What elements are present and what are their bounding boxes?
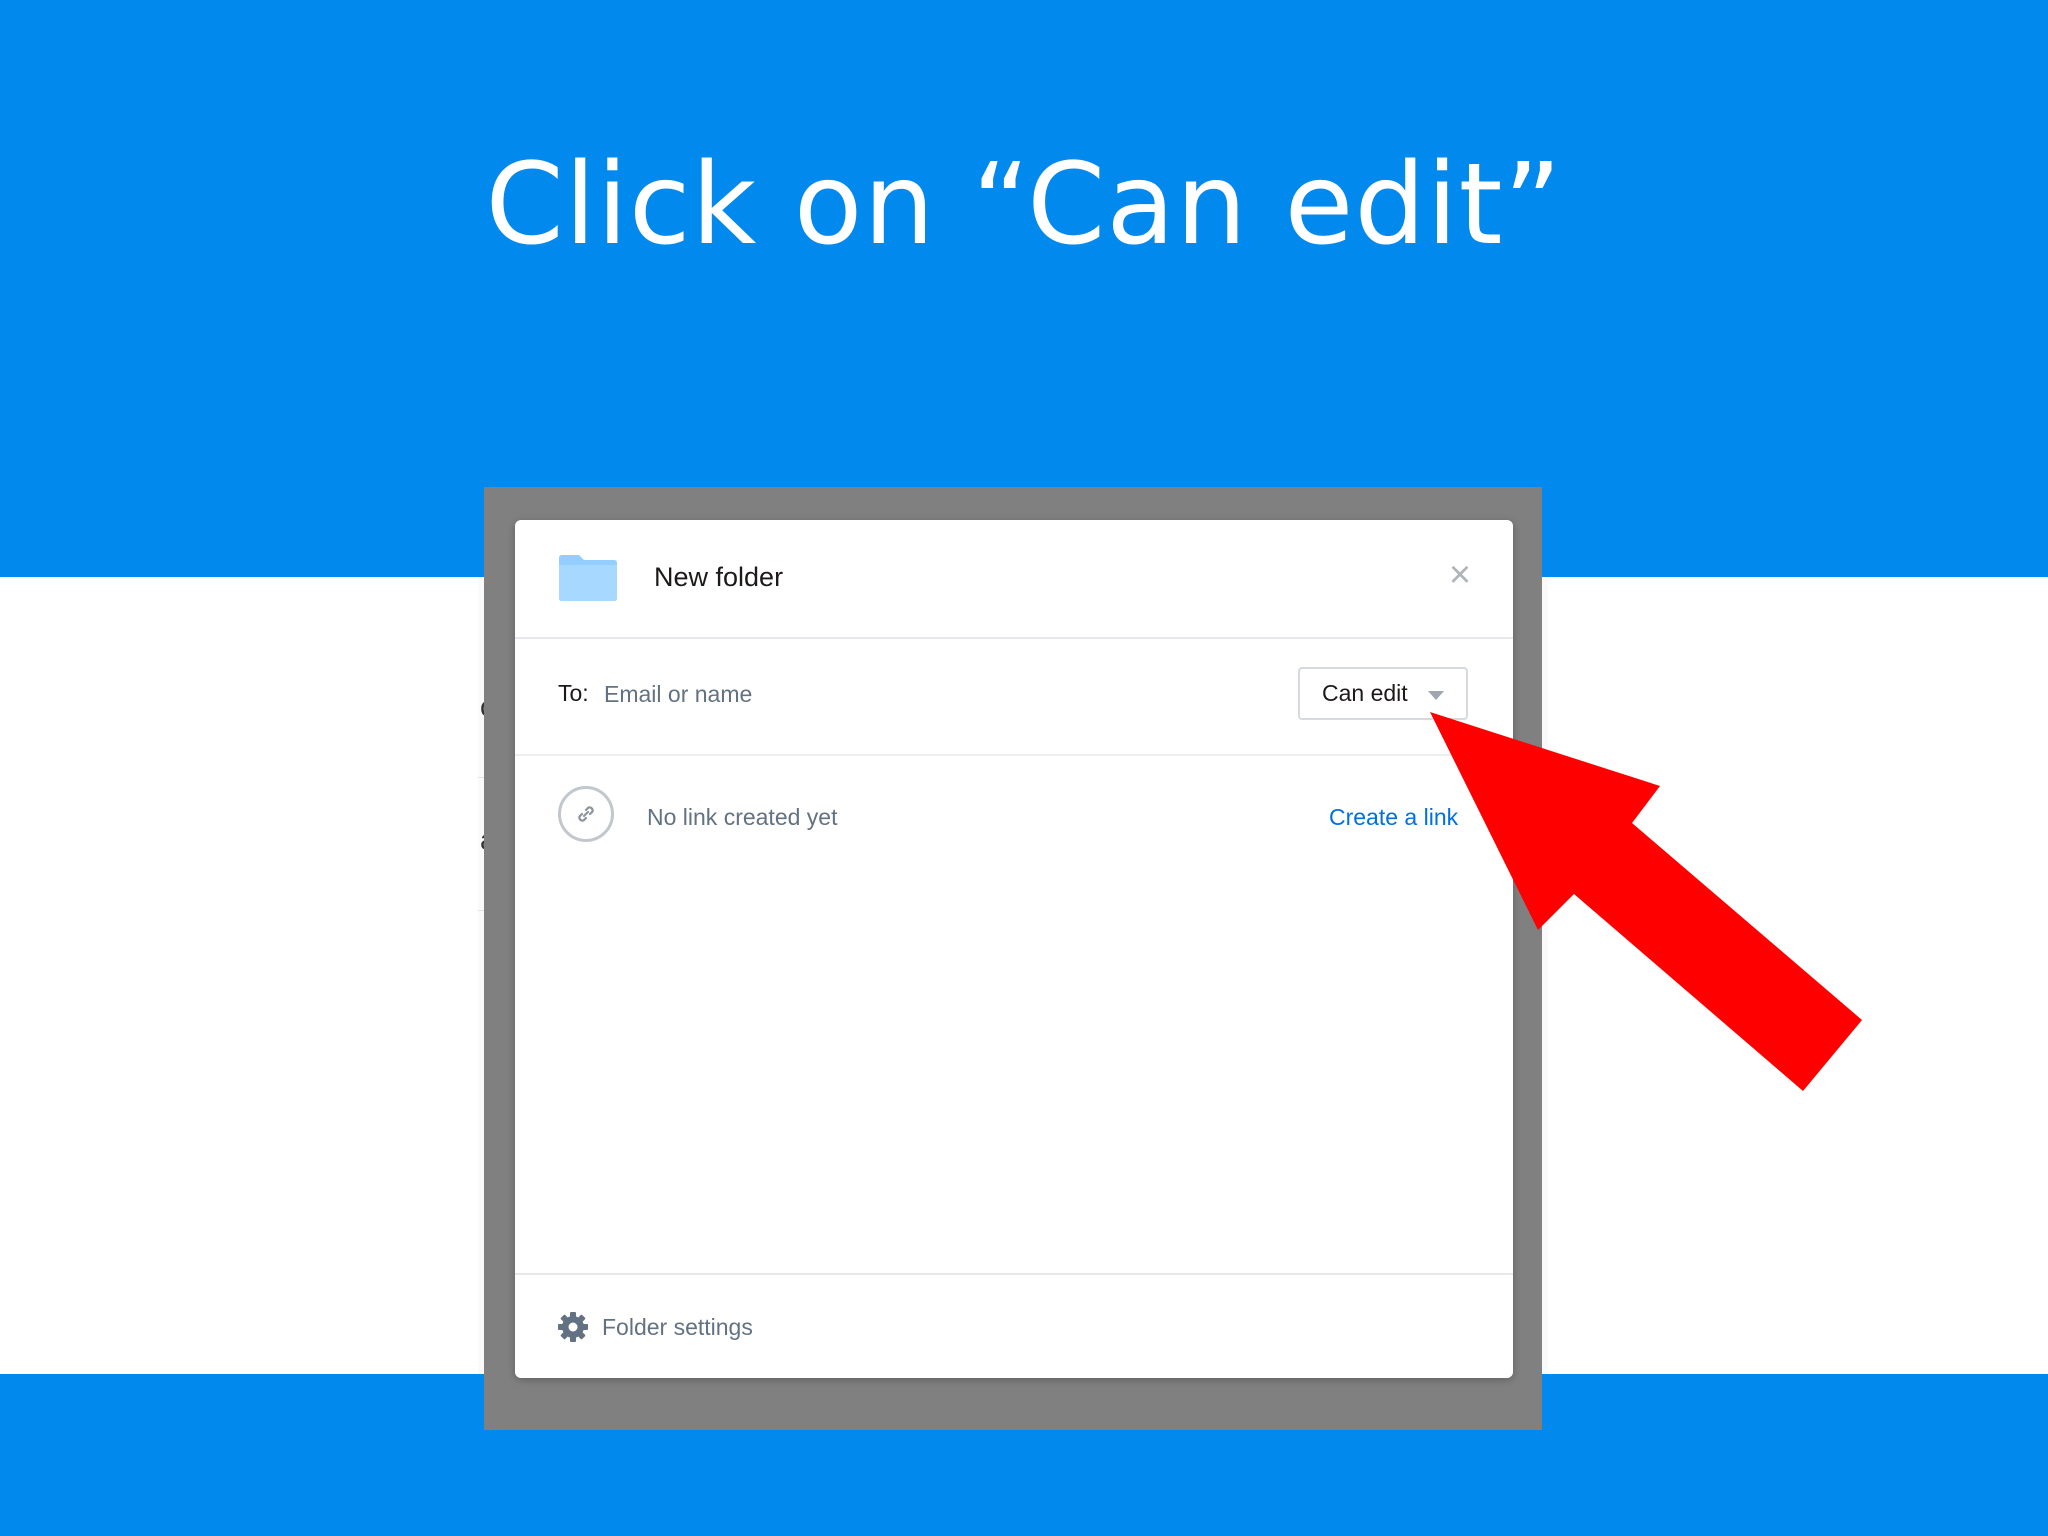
chevron-down-icon	[1428, 691, 1444, 700]
dialog-header: New folder ×	[515, 520, 1513, 639]
share-row: To: Can edit	[515, 638, 1513, 756]
link-status-text: No link created yet	[647, 804, 838, 830]
email-or-name-input[interactable]	[600, 672, 1204, 716]
slide-title: Click on “Can edit”	[485, 140, 1563, 270]
dialog-footer: Folder settings	[515, 1273, 1513, 1378]
gear-icon	[558, 1312, 588, 1342]
link-row: No link created yet Create a link	[515, 756, 1513, 876]
close-icon[interactable]: ×	[1445, 556, 1475, 594]
permission-dropdown-button[interactable]: Can edit	[1298, 667, 1468, 720]
permission-value: Can edit	[1322, 680, 1408, 706]
folder-icon	[559, 555, 617, 601]
dialog-title: New folder	[654, 562, 784, 592]
share-dialog: New folder × To: Can edit No link create…	[515, 520, 1513, 1378]
folder-settings-link[interactable]: Folder settings	[602, 1314, 753, 1341]
to-label: To:	[558, 680, 589, 706]
link-icon	[558, 786, 614, 842]
create-link-button[interactable]: Create a link	[1329, 804, 1458, 831]
